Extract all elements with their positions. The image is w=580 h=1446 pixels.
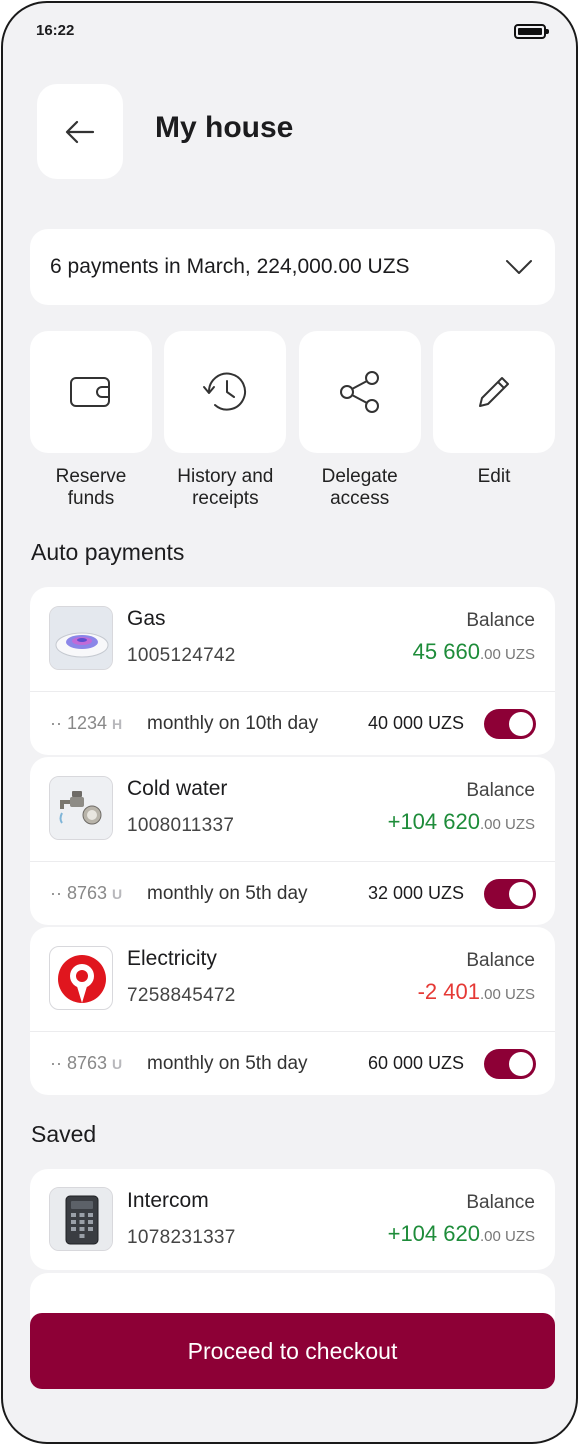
intercom-icon bbox=[49, 1187, 113, 1251]
card-mask: ·· 1234 bbox=[50, 713, 108, 733]
payment-amount: 32 000 UZS bbox=[367, 883, 464, 903]
quick-actions: Reserve funds History and receipts Deleg… bbox=[30, 331, 555, 510]
service-name: Cold water bbox=[127, 777, 228, 800]
arrow-left-icon bbox=[65, 120, 95, 143]
service-name: Gas bbox=[127, 607, 166, 630]
account-number: 1005124742 bbox=[127, 645, 236, 666]
gas-stove-icon bbox=[49, 606, 113, 670]
saved-title: Saved bbox=[31, 1121, 97, 1147]
service-name: Intercom bbox=[127, 1189, 209, 1212]
chevron-down-icon bbox=[506, 260, 532, 274]
delegate-access-tile[interactable] bbox=[298, 331, 421, 453]
edit-tile[interactable] bbox=[432, 331, 555, 453]
auto-payment-card-electricity[interactable]: Electricity 7258845472 Balance -2 401.00… bbox=[30, 927, 555, 1095]
balance-main: 45 660 bbox=[412, 639, 480, 664]
account-number: 1078231337 bbox=[127, 1227, 236, 1248]
share-icon bbox=[339, 371, 379, 413]
battery-icon bbox=[514, 24, 549, 39]
auto-payment-card-cold-water[interactable]: Cold water 1008011337 Balance +104 620.0… bbox=[30, 757, 555, 925]
balance-label: Balance bbox=[466, 950, 535, 971]
payment-header[interactable]: Cold water 1008011337 Balance +104 620.0… bbox=[30, 757, 555, 861]
proceed-to-checkout-button[interactable]: Proceed to checkout bbox=[30, 1313, 555, 1389]
wallet-icon bbox=[70, 377, 110, 407]
autopay-toggle[interactable] bbox=[484, 708, 536, 739]
balance-label: Balance bbox=[466, 780, 535, 801]
balance-decimals: .00 UZS bbox=[479, 816, 535, 833]
payment-settings: ·· 1234 H monthly on 10th day 40 000 UZS bbox=[30, 691, 555, 755]
auto-payment-card-gas[interactable]: Gas 1005124742 Balance 45 660.00 UZS ·· … bbox=[30, 587, 555, 755]
pencil-icon bbox=[478, 377, 509, 407]
water-faucet-icon bbox=[49, 776, 113, 840]
payment-schedule: monthly on 10th day bbox=[147, 712, 319, 734]
payment-amount: 40 000 UZS bbox=[367, 713, 464, 733]
card-mask: ·· 8763 bbox=[50, 1053, 108, 1073]
payments-summary-dropdown[interactable]: 6 payments in March, 224,000.00 UZS bbox=[30, 229, 555, 305]
payment-settings: ·· 8763 U monthly on 5th day 32 000 UZS bbox=[30, 861, 555, 925]
balance-amount: -2 401.00 UZS bbox=[418, 979, 535, 1005]
account-number: 1008011337 bbox=[127, 815, 235, 836]
saved-card-intercom[interactable]: Intercom 1078231337 Balance +104 620.00 … bbox=[30, 1169, 555, 1270]
balance-label: Balance bbox=[466, 610, 535, 631]
edit-label: Edit bbox=[477, 466, 511, 487]
history-tile[interactable] bbox=[164, 331, 287, 453]
reserve-funds-label: Reserve funds bbox=[55, 466, 127, 509]
back-button[interactable] bbox=[37, 84, 123, 179]
payment-schedule: monthly on 5th day bbox=[147, 1052, 308, 1074]
history-label: History and receipts bbox=[177, 466, 274, 509]
toggle-knob bbox=[509, 881, 533, 906]
card-mask: ·· 8763 bbox=[50, 883, 108, 903]
balance-main: +104 620 bbox=[387, 809, 480, 834]
card-network-icon: U bbox=[112, 885, 123, 902]
autopay-toggle[interactable] bbox=[484, 1048, 536, 1079]
history-action[interactable]: History and receipts bbox=[164, 331, 287, 510]
status-time: 16:22 bbox=[36, 22, 75, 39]
edit-action[interactable]: Edit bbox=[432, 331, 555, 510]
reserve-funds-tile[interactable] bbox=[30, 331, 152, 453]
balance-decimals: .00 UZS bbox=[479, 986, 535, 1003]
balance-main: -2 401 bbox=[417, 979, 480, 1004]
toggle-knob bbox=[509, 1051, 533, 1076]
reserve-funds-action[interactable]: Reserve funds bbox=[30, 331, 152, 510]
card-network-icon: U bbox=[112, 1055, 123, 1072]
balance-amount: +104 620.00 UZS bbox=[388, 1221, 535, 1247]
payment-header[interactable]: Intercom 1078231337 Balance +104 620.00 … bbox=[30, 1169, 555, 1270]
balance-main: +104 620 bbox=[387, 1221, 480, 1246]
payment-amount: 60 000 UZS bbox=[367, 1053, 464, 1073]
balance-decimals: .00 UZS bbox=[479, 646, 535, 663]
delegate-access-action[interactable]: Delegate access bbox=[298, 331, 421, 510]
history-icon bbox=[203, 372, 247, 411]
electricity-provider-logo-icon bbox=[49, 946, 113, 1010]
toggle-knob bbox=[509, 711, 533, 736]
phone-frame: 16:22 My house 6 payments in March, 224,… bbox=[1, 1, 578, 1444]
payment-schedule: monthly on 5th day bbox=[147, 882, 308, 904]
payment-settings: ·· 8763 U monthly on 5th day 60 000 UZS bbox=[30, 1031, 555, 1095]
balance-amount: +104 620.00 UZS bbox=[388, 809, 535, 835]
balance-decimals: .00 UZS bbox=[479, 1228, 535, 1245]
payment-header[interactable]: Gas 1005124742 Balance 45 660.00 UZS bbox=[30, 587, 555, 691]
account-number: 7258845472 bbox=[127, 985, 236, 1006]
payment-header[interactable]: Electricity 7258845472 Balance -2 401.00… bbox=[30, 927, 555, 1031]
auto-payments-title: Auto payments bbox=[31, 539, 185, 565]
card-network-icon: H bbox=[112, 715, 123, 732]
balance-label: Balance bbox=[466, 1192, 535, 1213]
balance-amount: 45 660.00 UZS bbox=[413, 639, 535, 665]
delegate-access-label: Delegate access bbox=[321, 466, 398, 509]
autopay-toggle[interactable] bbox=[484, 878, 536, 909]
service-name: Electricity bbox=[127, 947, 217, 970]
summary-text: 6 payments in March, 224,000.00 UZS bbox=[50, 255, 410, 278]
page-title: My house bbox=[155, 111, 294, 144]
